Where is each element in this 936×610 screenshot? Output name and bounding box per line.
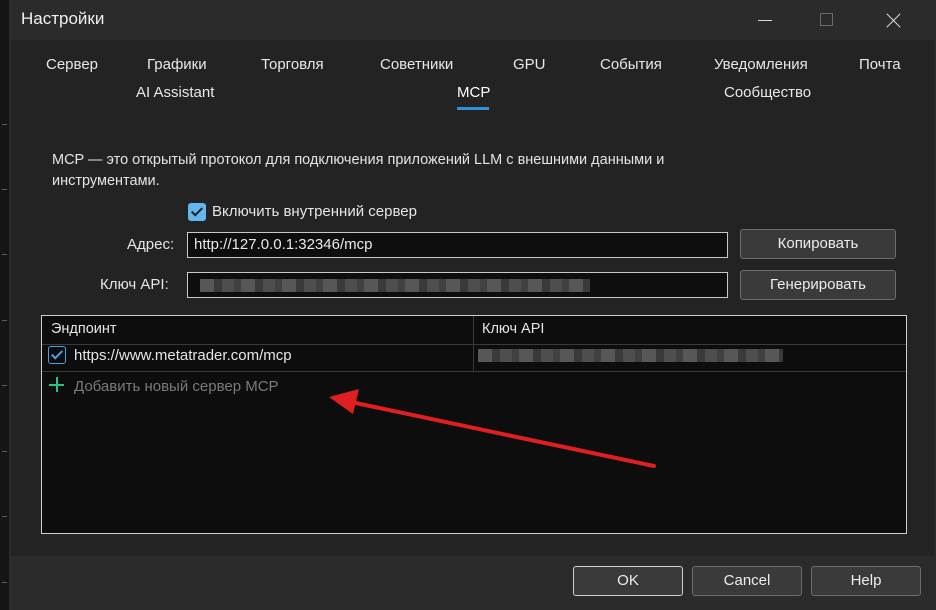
generate-button[interactable]: Генерировать bbox=[740, 270, 896, 300]
address-field[interactable]: http://127.0.0.1:32346/mcp bbox=[187, 232, 728, 258]
strip-tick bbox=[2, 385, 7, 386]
endpoint-cell[interactable]: https://www.metatrader.com/mcp bbox=[74, 347, 292, 364]
cancel-button[interactable]: Cancel bbox=[692, 566, 802, 596]
strip-tick bbox=[2, 582, 7, 583]
close-button[interactable] bbox=[871, 0, 917, 40]
window-title: Настройки bbox=[21, 9, 105, 28]
add-server-label: Добавить новый сервер MCP bbox=[74, 378, 279, 395]
api-key-label: Ключ API: bbox=[100, 276, 169, 293]
active-tab-indicator bbox=[457, 107, 489, 110]
strip-tick bbox=[2, 254, 7, 255]
ok-button[interactable]: OK bbox=[573, 566, 683, 596]
tab-community[interactable]: Сообщество bbox=[724, 84, 811, 101]
minimize-button[interactable] bbox=[742, 0, 788, 40]
tab-notifications[interactable]: Уведомления bbox=[714, 56, 808, 73]
plus-icon bbox=[49, 377, 64, 392]
table-header: Эндпоинт Ключ API bbox=[42, 316, 906, 345]
copy-button[interactable]: Копировать bbox=[740, 229, 896, 259]
help-button[interactable]: Help bbox=[811, 566, 921, 596]
api-key-redacted bbox=[200, 279, 590, 292]
mcp-servers-table: Эндпоинт Ключ API https://www.metatrader… bbox=[41, 315, 907, 534]
strip-tick bbox=[2, 516, 7, 517]
tab-events[interactable]: События bbox=[600, 56, 662, 73]
mcp-description: MCP — это открытый протокол для подключе… bbox=[52, 152, 665, 189]
title-bar[interactable]: Настройки bbox=[9, 0, 936, 40]
background-app-strip bbox=[0, 0, 9, 610]
tab-gpu[interactable]: GPU bbox=[513, 56, 546, 73]
maximize-button[interactable] bbox=[804, 0, 850, 40]
api-key-field[interactable] bbox=[187, 272, 728, 298]
add-server-row[interactable]: Добавить новый сервер MCP bbox=[42, 372, 906, 400]
tab-server[interactable]: Сервер bbox=[46, 56, 98, 73]
tab-expert-advisors[interactable]: Советники bbox=[380, 56, 453, 73]
row-api-key-redacted bbox=[478, 349, 783, 362]
tab-charts[interactable]: Графики bbox=[147, 56, 207, 73]
tab-mail[interactable]: Почта bbox=[859, 56, 901, 73]
column-header-endpoint[interactable]: Эндпоинт bbox=[51, 321, 117, 337]
row-enabled-checkbox[interactable] bbox=[48, 346, 66, 364]
enable-server-label: Включить внутренний сервер bbox=[212, 203, 417, 220]
enable-server-checkbox[interactable] bbox=[188, 203, 206, 221]
strip-tick bbox=[2, 189, 7, 190]
strip-tick bbox=[2, 124, 7, 125]
tab-ai-assistant[interactable]: AI Assistant bbox=[136, 84, 214, 101]
tab-mcp[interactable]: MCP bbox=[457, 84, 490, 101]
table-row[interactable]: https://www.metatrader.com/mcp bbox=[42, 344, 906, 372]
strip-tick bbox=[2, 451, 7, 452]
tab-trading[interactable]: Торговля bbox=[261, 56, 324, 73]
address-label: Адрес: bbox=[127, 236, 175, 253]
column-header-api-key[interactable]: Ключ API bbox=[482, 321, 544, 337]
strip-tick bbox=[2, 320, 7, 321]
settings-dialog: Настройки Сервер Графики Торговля Советн… bbox=[9, 0, 936, 610]
